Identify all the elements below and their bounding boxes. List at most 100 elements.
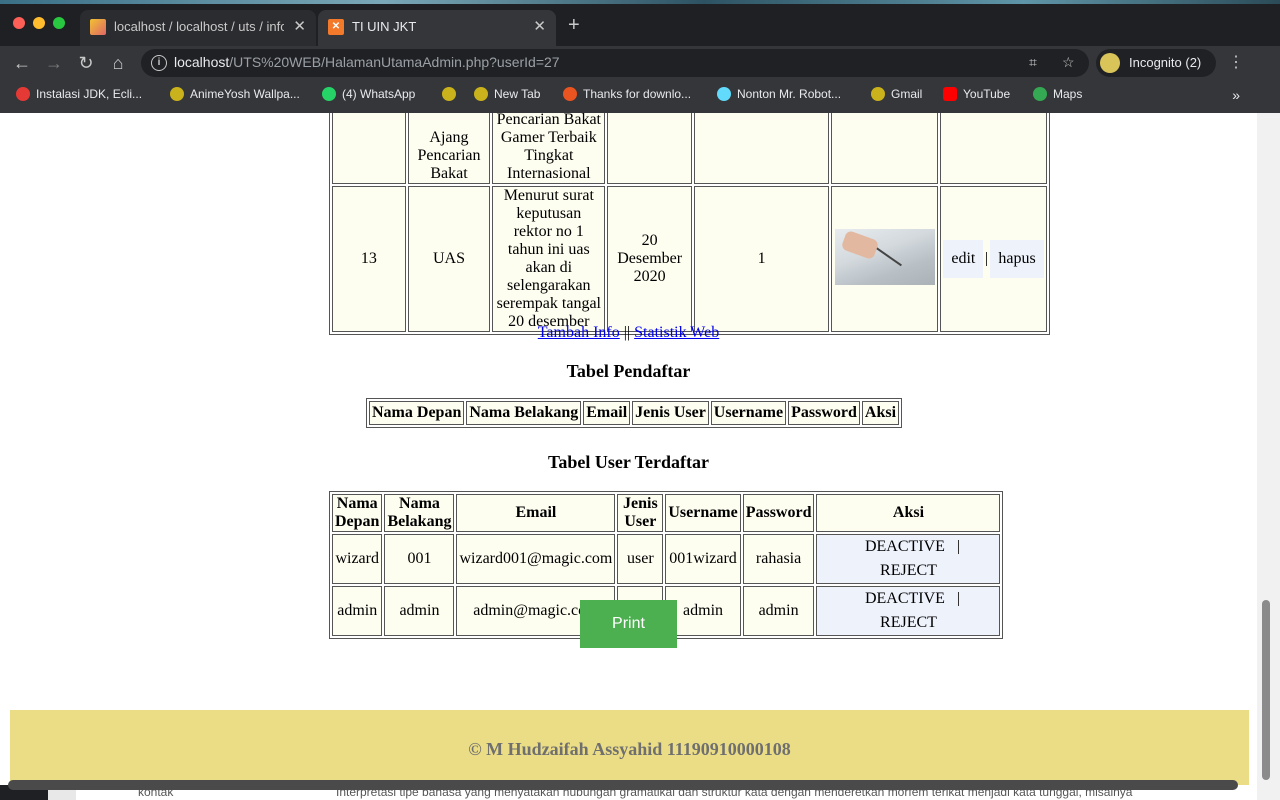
table-row: 13 UAS Menurut surat keputusan rektor no… xyxy=(332,186,1047,332)
deactive-button[interactable]: DEACTIVE xyxy=(854,535,955,559)
horizontal-scrollbar[interactable] xyxy=(8,780,1238,790)
link-separator: || xyxy=(623,324,631,341)
tambah-info-link[interactable]: Tambah Info xyxy=(538,324,620,341)
bookmark-item[interactable] xyxy=(442,87,462,105)
incognito-icon xyxy=(1100,53,1120,73)
tab-title: localhost / localhost / uts / info xyxy=(114,19,284,34)
ubuntu-icon xyxy=(563,87,577,101)
table-row: Ajang Pencarian Bakat Pencarian Bakat Ga… xyxy=(332,113,1047,184)
column-header: Jenis User xyxy=(617,494,664,532)
table-cell: Ajang Pencarian Bakat xyxy=(407,113,491,184)
table-cell: edit hapus xyxy=(940,186,1047,332)
close-tab-icon[interactable]: ✕ xyxy=(293,17,306,35)
address-bar[interactable]: i localhost/UTS%20WEB/HalamanUtamaAdmin.… xyxy=(141,49,1089,77)
home-icon[interactable]: ⌂ xyxy=(107,52,129,74)
close-window-button[interactable] xyxy=(13,17,25,29)
info-table: Ajang Pencarian Bakat Pencarian Bakat Ga… xyxy=(329,113,1050,335)
table-cell xyxy=(831,113,939,184)
table-cell: 001wizard xyxy=(665,534,741,584)
column-header: Username xyxy=(665,494,741,532)
column-header: Email xyxy=(456,494,616,532)
site-info-icon[interactable]: i xyxy=(151,55,167,71)
table-cell: admin xyxy=(742,586,815,636)
url-text[interactable]: localhost/UTS%20WEB/HalamanUtamaAdmin.ph… xyxy=(174,54,560,70)
tab-phpmyadmin[interactable]: localhost / localhost / uts / info ✕ xyxy=(80,10,316,46)
table-cell: wizard001@magic.com xyxy=(456,534,616,584)
table-cell xyxy=(607,113,692,184)
table-cell: 13 xyxy=(332,186,406,332)
terdaftar-title: Tabel User Terdaftar xyxy=(547,452,709,472)
table-cell: DEACTIVEREJECT xyxy=(816,586,1001,636)
incognito-indicator[interactable]: Incognito (2) xyxy=(1096,49,1216,77)
youtube-icon xyxy=(943,87,957,101)
column-header: Jenis User xyxy=(632,401,709,425)
bookmark-item[interactable]: New Tab xyxy=(474,87,540,105)
page-footer: © M Hudzaifah Assyahid 11190910000108 xyxy=(10,710,1249,785)
deactive-button[interactable]: DEACTIVE xyxy=(854,587,955,611)
table-cell: Pencarian Bakat Gamer Terbaik Tingkat In… xyxy=(492,113,606,184)
separator xyxy=(957,540,959,555)
bookmark-item[interactable]: Thanks for downlo... xyxy=(563,87,691,105)
forward-icon[interactable]: → xyxy=(43,52,65,74)
more-bookmarks-icon[interactable]: » xyxy=(1232,87,1240,103)
pendaftar-title: Tabel Pendaftar xyxy=(566,361,691,381)
bookmark-item[interactable]: AnimeYosh Wallpa... xyxy=(170,87,300,105)
whatsapp-icon xyxy=(322,87,336,101)
column-header: Nama Belakang xyxy=(384,494,455,532)
column-header: Password xyxy=(742,494,815,532)
reject-button[interactable]: REJECT xyxy=(870,559,947,583)
delete-button[interactable]: hapus xyxy=(990,240,1044,278)
table-row: wizard 001 wizard001@magic.com user 001w… xyxy=(332,534,1001,584)
bookmark-item[interactable]: Instalasi JDK, Ecli... xyxy=(16,87,142,105)
translate-icon[interactable]: ⌗ xyxy=(1029,54,1037,71)
tab-strip: localhost / localhost / uts / info ✕ ✕ T… xyxy=(0,0,1280,46)
column-header: Password xyxy=(788,401,860,425)
table-cell xyxy=(694,113,830,184)
table-cell: admin xyxy=(384,586,455,636)
separator xyxy=(957,592,959,607)
pendaftar-table: Nama Depan Nama Belakang Email Jenis Use… xyxy=(366,398,903,428)
table-cell: 1 xyxy=(694,186,830,332)
scrollbar-thumb[interactable] xyxy=(1262,600,1270,780)
column-header: Email xyxy=(583,401,631,425)
column-header: Aksi xyxy=(816,494,1001,532)
bookmark-item[interactable]: (4) WhatsApp xyxy=(322,87,415,105)
new-tab-button[interactable]: + xyxy=(568,14,580,37)
minimize-window-button[interactable] xyxy=(33,17,45,29)
table-cell xyxy=(332,113,406,184)
table-header-row: Nama Depan Nama Belakang Email Jenis Use… xyxy=(369,401,900,425)
star-icon[interactable]: ☆ xyxy=(1062,54,1075,71)
back-icon[interactable]: ← xyxy=(11,52,33,74)
globe-icon xyxy=(871,87,885,101)
bookmark-item[interactable]: YouTube xyxy=(943,87,1010,105)
print-button[interactable]: Print xyxy=(580,600,677,648)
table-cell: UAS xyxy=(407,186,491,332)
globe-icon xyxy=(170,87,184,101)
phpmyadmin-icon xyxy=(90,19,106,35)
table-cell: 001 xyxy=(384,534,455,584)
table-cell: Menurut surat keputusan rektor no 1 tahu… xyxy=(492,186,606,332)
desktop-wallpaper-strip xyxy=(0,0,1280,4)
vertical-scrollbar[interactable] xyxy=(1257,113,1280,800)
maps-icon xyxy=(1033,87,1047,101)
reject-button[interactable]: REJECT xyxy=(870,611,947,635)
edit-button[interactable]: edit xyxy=(943,240,984,278)
tab-ti-uin-jkt[interactable]: ✕ TI UIN JKT ✕ xyxy=(318,10,556,46)
globe-icon xyxy=(474,87,488,101)
column-header: Username xyxy=(710,401,787,425)
bookmark-item[interactable]: Nonton Mr. Robot... xyxy=(717,87,841,105)
bookmark-item[interactable]: Maps xyxy=(1033,87,1082,105)
page-viewport: Ajang Pencarian Bakat Pencarian Bakat Ga… xyxy=(0,113,1257,800)
admin-links: Tambah Info || Statistik Web xyxy=(0,324,1257,342)
reload-icon[interactable]: ↻ xyxy=(75,52,97,74)
info-thumbnail-image xyxy=(834,228,935,285)
column-header: Nama Belakang xyxy=(466,401,582,425)
browser-toolbar: ← → ↻ ⌂ i localhost/UTS%20WEB/HalamanUta… xyxy=(0,46,1280,80)
table-cell: admin xyxy=(332,586,383,636)
bookmark-item[interactable]: Gmail xyxy=(871,87,922,105)
menu-icon[interactable]: ⋮ xyxy=(1228,52,1244,72)
statistik-web-link[interactable]: Statistik Web xyxy=(634,324,719,341)
table-header-row: Nama Depan Nama Belakang Email Jenis Use… xyxy=(332,494,1001,532)
zoom-window-button[interactable] xyxy=(53,17,65,29)
close-tab-icon[interactable]: ✕ xyxy=(533,17,546,35)
